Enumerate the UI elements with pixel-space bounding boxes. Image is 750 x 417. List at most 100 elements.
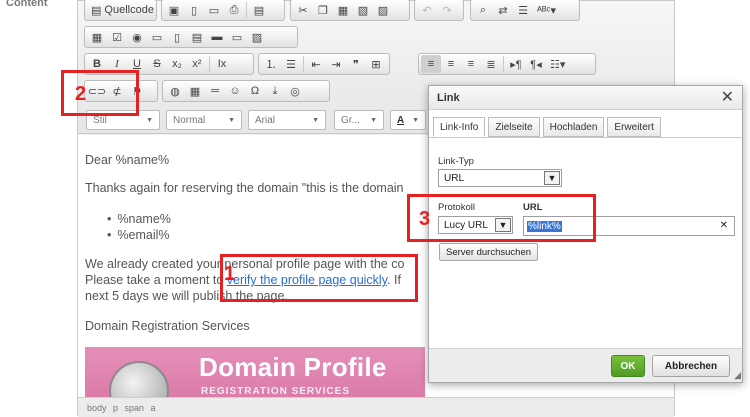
clipboard-group: ✂ ❐ ▦ ▧ ▨	[290, 0, 410, 21]
ltr-icon[interactable]: ▸¶	[506, 55, 526, 73]
remove-format-icon[interactable]: Ix	[212, 55, 232, 73]
annotation-box-3	[407, 194, 596, 242]
annotation-box-1	[220, 254, 418, 302]
size-combo-label: Gr...	[341, 114, 360, 126]
new-page-icon[interactable]: ▯	[184, 1, 204, 19]
cut-icon[interactable]: ✂	[293, 1, 313, 19]
separator	[246, 2, 247, 18]
font-combo[interactable]: Arial ▼	[248, 110, 326, 130]
radio-icon[interactable]: ◉	[127, 28, 147, 46]
browse-server-button[interactable]: Server durchsuchen	[439, 243, 539, 261]
chevron-down-icon: ▼	[412, 116, 419, 124]
font-combo-label: Arial	[255, 114, 276, 126]
blockquote-icon[interactable]: ❞	[346, 55, 366, 73]
redo-icon[interactable]: ↷	[437, 1, 457, 19]
text-color-button[interactable]: A ▼	[390, 110, 426, 130]
replace-icon[interactable]: ⇄	[493, 1, 513, 19]
source-button[interactable]: ▤ Quellcode	[87, 1, 158, 19]
select-all-icon[interactable]: ☰	[513, 1, 533, 19]
link-type-value: URL	[444, 172, 465, 184]
tab-advanced[interactable]: Erweitert	[607, 117, 661, 137]
copy-icon[interactable]: ❐	[313, 1, 333, 19]
tab-target[interactable]: Zielseite	[488, 117, 540, 137]
smiley-icon[interactable]: ☺	[225, 82, 245, 100]
chevron-down-icon: ▼	[312, 116, 319, 124]
chevron-down-icon: ▼	[370, 116, 377, 124]
print-icon[interactable]: ⎙	[224, 1, 244, 19]
image-button-icon[interactable]: ▭	[227, 28, 247, 46]
align-center-icon[interactable]: ≡	[441, 55, 461, 73]
thanks-text: Thanks again for reserving the domain "t…	[85, 181, 404, 195]
dialog-tabs: Link-Info Zielseite Hochladen Erweitert	[433, 117, 661, 137]
shopping-cart-icon	[109, 361, 169, 397]
close-icon[interactable]: ✕	[721, 89, 734, 106]
save-icon[interactable]: ▣	[164, 1, 184, 19]
textfield-icon[interactable]: ▭	[147, 28, 167, 46]
alignment-group: ≡ ≡ ≡ ≣ ▸¶ ¶◂ ☷▾	[418, 53, 596, 75]
chevron-down-icon: ▼	[228, 116, 235, 124]
paste-text-icon[interactable]: ▧	[353, 1, 373, 19]
element-path-bar[interactable]: body p span a	[78, 397, 674, 417]
size-combo[interactable]: Gr... ▼	[334, 110, 384, 130]
dialog-header[interactable]: Link ✕	[429, 86, 742, 110]
bullet-list: %name% %email%	[85, 211, 171, 243]
numbered-list-icon[interactable]: ⒈	[261, 55, 281, 73]
button-field-icon[interactable]: ▬	[207, 28, 227, 46]
textarea-icon[interactable]: ▯	[167, 28, 187, 46]
link-type-select[interactable]: URL ▼	[438, 169, 562, 187]
hidden-field-icon[interactable]: ▨	[247, 28, 267, 46]
select-field-icon[interactable]: ▤	[187, 28, 207, 46]
annotation-box-2	[61, 70, 139, 116]
insert-group: ◍ ▦ ═ ☺ Ω ⤓ ◎	[162, 80, 330, 102]
indent-icon[interactable]: ⇥	[326, 55, 346, 73]
source-group: ▤ Quellcode	[84, 0, 157, 21]
iframe-icon[interactable]: ◎	[285, 82, 305, 100]
spellcheck-icon[interactable]: ᴬᴮᶜ▾	[533, 1, 560, 19]
rtl-icon[interactable]: ¶◂	[526, 55, 546, 73]
checkbox-icon[interactable]: ☑	[107, 28, 127, 46]
resize-handle-icon[interactable]: ◢	[734, 370, 741, 381]
align-left-icon[interactable]: ≡	[421, 55, 441, 73]
text-color-icon: A	[397, 114, 405, 126]
align-right-icon[interactable]: ≡	[461, 55, 481, 73]
tab-upload[interactable]: Hochladen	[542, 117, 605, 137]
strike-icon[interactable]: S	[147, 55, 167, 73]
form-icon[interactable]: ▦	[87, 28, 107, 46]
link-type-label: Link-Typ	[438, 156, 474, 167]
paste-word-icon[interactable]: ▨	[373, 1, 393, 19]
banner-title: Domain Profile	[199, 352, 387, 382]
undo-icon[interactable]: ↶	[417, 1, 437, 19]
find-icon[interactable]: ⌕	[473, 1, 493, 19]
subscript-icon[interactable]: x₂	[167, 55, 187, 73]
domain-profile-banner: Domain Profile REGISTRATION SERVICES	[85, 347, 425, 397]
separator	[303, 56, 304, 72]
div-icon[interactable]: ⊞	[366, 55, 386, 73]
page-break-icon[interactable]: ⤓	[265, 82, 285, 100]
special-char-icon[interactable]: Ω	[245, 82, 265, 100]
outdent-icon[interactable]: ⇤	[306, 55, 326, 73]
annotation-number-2: 2	[75, 83, 87, 105]
superscript-icon[interactable]: x²	[187, 55, 207, 73]
source-icon: ▤	[91, 4, 102, 17]
format-combo[interactable]: Normal ▼	[166, 110, 242, 130]
ok-button[interactable]: OK	[611, 355, 645, 377]
source-label: Quellcode	[104, 4, 154, 16]
preview-icon[interactable]: ▭	[204, 1, 224, 19]
horizontal-rule-icon[interactable]: ═	[205, 82, 225, 100]
chevron-down-icon: ▼	[544, 171, 560, 185]
flash-icon[interactable]: ◍	[165, 82, 185, 100]
justify-icon[interactable]: ≣	[481, 55, 501, 73]
chevron-down-icon: ▼	[146, 116, 153, 124]
annotation-number-3: 3	[419, 208, 431, 230]
paste-icon[interactable]: ▦	[333, 1, 353, 19]
list-item: %email%	[117, 227, 171, 243]
format-combo-label: Normal	[173, 114, 206, 126]
bulleted-list-icon[interactable]: ☰	[281, 55, 301, 73]
table-icon[interactable]: ▦	[185, 82, 205, 100]
banner-subtitle: REGISTRATION SERVICES	[201, 386, 350, 397]
templates-icon[interactable]: ▤	[249, 1, 269, 19]
clear-icon[interactable]: ✕	[720, 220, 728, 231]
cancel-button[interactable]: Abbrechen	[652, 355, 730, 377]
language-icon[interactable]: ☷▾	[546, 55, 569, 73]
tab-link-info[interactable]: Link-Info	[433, 117, 486, 137]
